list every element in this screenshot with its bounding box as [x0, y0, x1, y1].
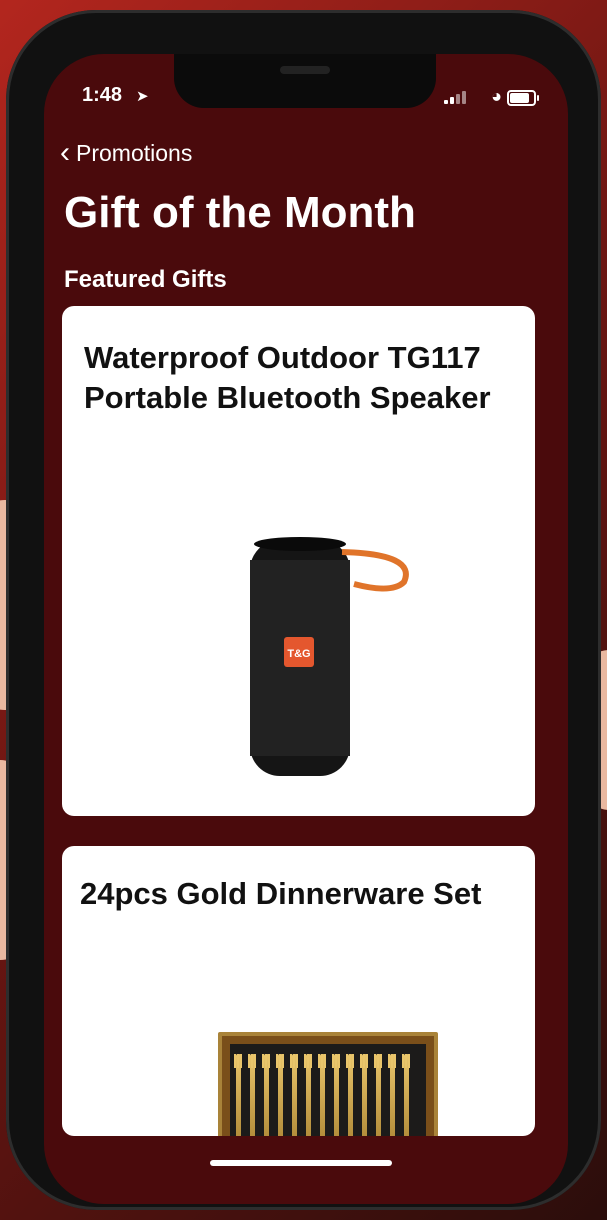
- dinnerware-image: [218, 1032, 438, 1136]
- location-arrow-icon: ➤: [136, 88, 149, 105]
- home-indicator[interactable]: [210, 1160, 392, 1166]
- battery-icon: [507, 90, 539, 106]
- gift-card-speaker[interactable]: Waterproof Outdoor TG117 Portable Blueto…: [62, 306, 535, 816]
- earpiece-speaker: [280, 66, 330, 74]
- gift-title: 24pcs Gold Dinnerware Set: [80, 876, 482, 911]
- gift-card-dinnerware[interactable]: 24pcs Gold Dinnerware Set: [62, 846, 535, 1136]
- chevron-left-icon: ‹: [60, 136, 70, 169]
- status-bar: 1:48 ➤ ◕: [82, 84, 540, 114]
- brand-label: T&G: [287, 648, 310, 660]
- speaker-image: T&G: [250, 537, 409, 776]
- status-time: 1:48: [82, 84, 123, 106]
- gift-title: Waterproof Outdoor TG117 Portable Blueto…: [84, 340, 491, 415]
- phone-screen: 1:48 ➤ ◕ ‹ Promotions Gift of the Month …: [44, 54, 568, 1204]
- back-label: Promotions: [76, 139, 193, 166]
- cellular-signal-icon: [444, 90, 468, 104]
- page-title: Gift of the Month: [64, 188, 416, 237]
- phone-frame: 1:48 ➤ ◕ ‹ Promotions Gift of the Month …: [6, 10, 601, 1210]
- section-title: Featured Gifts: [64, 266, 227, 293]
- wifi-icon: ◕: [491, 86, 502, 106]
- back-button[interactable]: ‹ Promotions: [60, 138, 192, 168]
